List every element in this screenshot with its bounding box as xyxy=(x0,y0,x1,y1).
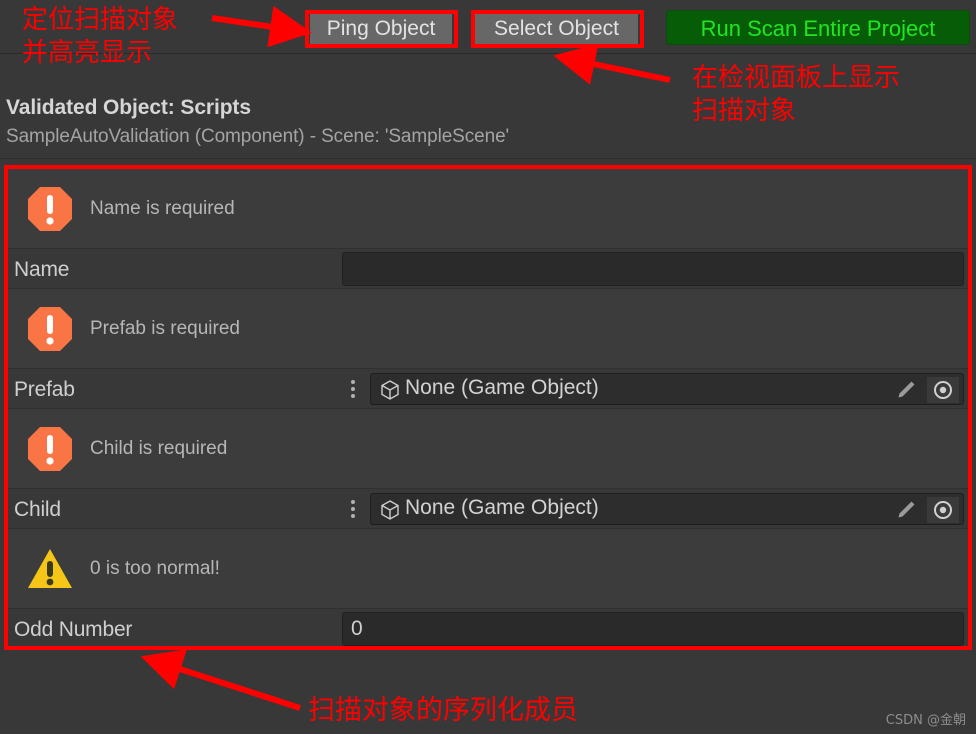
help-box: Name is required xyxy=(8,169,968,249)
help-box-message: Prefab is required xyxy=(90,318,240,339)
property-row: Prefab None (Game Object) xyxy=(8,369,968,409)
help-box-message: 0 is too normal! xyxy=(90,558,220,579)
annotation-box-select-object xyxy=(471,10,644,48)
property-label: Prefab xyxy=(14,378,75,401)
members-list: Name is required Name Prefab is required Pr… xyxy=(8,169,968,646)
object-reference-value: None (Game Object) xyxy=(405,496,599,519)
error-octagon-icon xyxy=(26,185,74,233)
property-row: Odd Number 0 xyxy=(8,609,968,646)
help-box: 0 is too normal! xyxy=(8,529,968,609)
error-octagon-icon xyxy=(26,425,74,473)
annotation-box-ping-object xyxy=(305,10,458,48)
text-input[interactable] xyxy=(342,252,964,286)
object-reference-field[interactable]: None (Game Object) xyxy=(370,493,964,525)
page-subtitle: SampleAutoValidation (Component) - Scene… xyxy=(6,126,510,147)
property-label: Name xyxy=(14,258,70,281)
property-row: Name xyxy=(8,249,968,289)
unity-inspector-window: Ping Object Select Object Run Scan Entir… xyxy=(0,0,976,734)
object-picker-icon[interactable] xyxy=(927,497,959,523)
help-box-message: Name is required xyxy=(90,198,235,219)
cube-icon xyxy=(379,499,401,521)
help-box-message: Child is required xyxy=(90,438,228,459)
help-box: Child is required xyxy=(8,409,968,489)
more-options-icon[interactable] xyxy=(346,500,360,518)
property-label: Odd Number xyxy=(14,618,133,641)
text-input[interactable]: 0 xyxy=(342,612,964,646)
object-reference-value: None (Game Object) xyxy=(405,376,599,399)
object-reference-field[interactable]: None (Game Object) xyxy=(370,373,964,405)
cube-icon xyxy=(379,379,401,401)
serialized-members-panel: Name is required Name Prefab is required Pr… xyxy=(4,165,972,650)
pencil-icon[interactable] xyxy=(895,379,917,401)
annotation-bottom: 扫描对象的序列化成员 xyxy=(308,695,578,726)
header-divider xyxy=(0,158,976,159)
annotation-top-left: 定位扫描对象 并高亮显示 xyxy=(22,5,179,68)
text-input-value: 0 xyxy=(351,617,363,640)
warning-triangle-icon xyxy=(26,545,74,593)
run-scan-entire-project-button[interactable]: Run Scan Entire Project xyxy=(666,10,970,45)
property-label: Child xyxy=(14,498,61,521)
annotation-top-right: 在检视面板上显示 扫描对象 xyxy=(692,63,901,126)
more-options-icon[interactable] xyxy=(346,380,360,398)
watermark: CSDN @金朝 xyxy=(885,713,966,728)
help-box: Prefab is required xyxy=(8,289,968,369)
page-title: Validated Object: Scripts xyxy=(6,96,251,119)
object-picker-icon[interactable] xyxy=(927,377,959,403)
pencil-icon[interactable] xyxy=(895,499,917,521)
property-row: Child None (Game Object) xyxy=(8,489,968,529)
error-octagon-icon xyxy=(26,305,74,353)
